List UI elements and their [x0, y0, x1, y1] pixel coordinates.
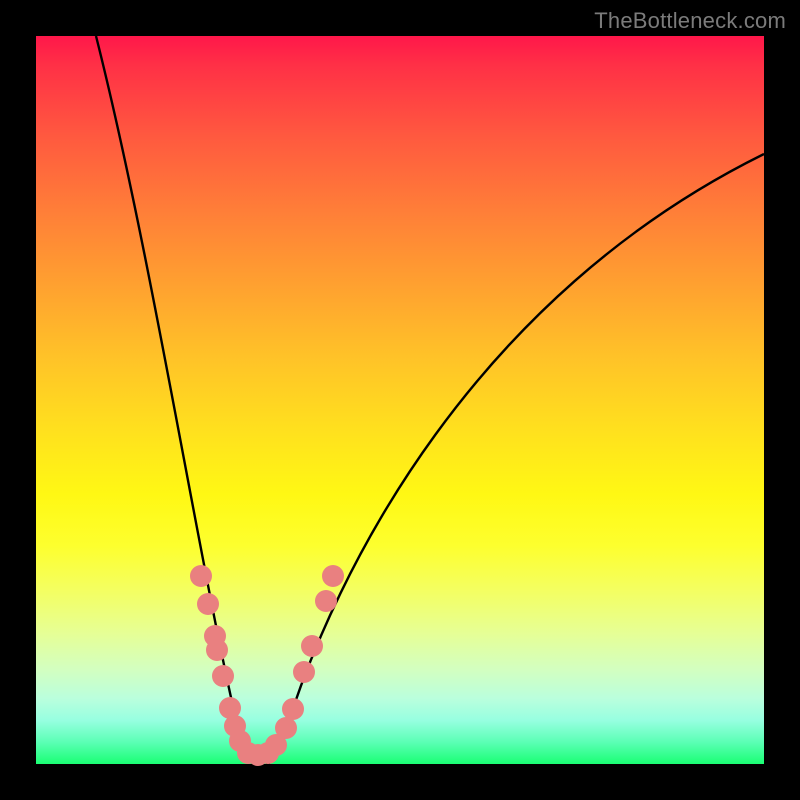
sample-dot — [197, 593, 219, 615]
sample-dot — [293, 661, 315, 683]
bottleneck-curve — [96, 36, 764, 767]
sample-dot — [322, 565, 344, 587]
sample-dots-group — [190, 565, 344, 766]
chart-frame: TheBottleneck.com — [0, 0, 800, 800]
sample-dot — [275, 717, 297, 739]
sample-dot — [282, 698, 304, 720]
watermark-text: TheBottleneck.com — [594, 8, 786, 34]
sample-dot — [212, 665, 234, 687]
sample-dot — [301, 635, 323, 657]
curve-layer — [36, 36, 764, 764]
plot-area — [36, 36, 764, 764]
sample-dot — [206, 639, 228, 661]
sample-dot — [315, 590, 337, 612]
sample-dot — [190, 565, 212, 587]
